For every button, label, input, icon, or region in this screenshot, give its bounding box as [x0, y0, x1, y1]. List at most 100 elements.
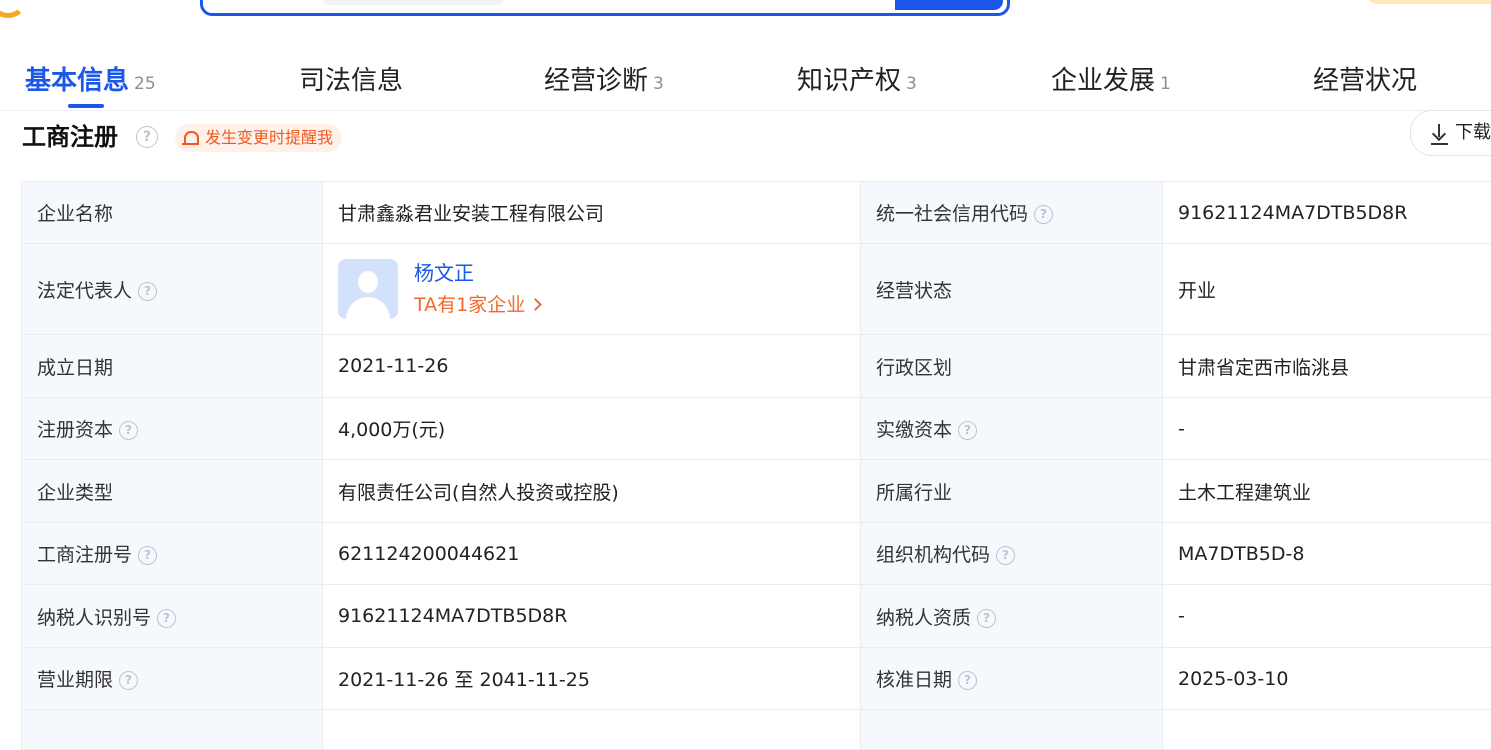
value-text: 2021-11-26 — [338, 355, 448, 377]
question-circle-icon[interactable]: ? — [958, 421, 977, 440]
person-avatar-icon[interactable] — [338, 259, 398, 319]
label-admin-division: 行政区划 — [861, 335, 1163, 398]
download-icon — [1431, 123, 1447, 143]
label-approval-date: 核准日期? — [861, 648, 1163, 710]
top-header — [0, 0, 1491, 34]
tab-count: 1 — [1160, 74, 1171, 94]
label-text: 企业名称 — [37, 203, 113, 225]
value-registered-capital: 4,000万(元) — [323, 398, 861, 460]
tab-label: 知识产权 — [797, 66, 901, 96]
value-org-code[interactable]: MA7DTB5D-8 — [1163, 523, 1491, 585]
tab-enterprise-development[interactable]: 企业发展1 — [1051, 64, 1171, 98]
label-industry: 所属行业 — [861, 460, 1163, 523]
search-button[interactable] — [895, 0, 1003, 10]
label-taxpayer-id: 纳税人识别号? — [22, 585, 323, 648]
value-text: 2025-03-10 — [1178, 668, 1288, 690]
related-companies-link[interactable]: TA有1家企业 — [414, 292, 540, 318]
search-box[interactable] — [200, 0, 1010, 16]
question-circle-icon[interactable]: ? — [136, 126, 158, 148]
label-text: 纳税人识别号 — [37, 607, 151, 629]
value-text: 有限责任公司(自然人投资或控股) — [338, 482, 619, 504]
value-admin-division: 甘肃省定西市临洮县 — [1163, 335, 1491, 398]
change-reminder-button[interactable]: 发生变更时提醒我 — [175, 124, 342, 152]
question-circle-icon[interactable]: ? — [996, 546, 1015, 565]
label-business-term: 营业期限? — [22, 648, 323, 710]
label-taxpayer-qualification: 纳税人资质? — [861, 585, 1163, 648]
logo-icon[interactable] — [0, 0, 26, 18]
value-credit-code[interactable]: 91621124MA7DTB5D8R — [1163, 182, 1491, 244]
question-circle-icon[interactable]: ? — [977, 609, 996, 628]
value-company-name[interactable]: 甘肃鑫淼君业安装工程有限公司 — [323, 182, 861, 244]
tab-label: 企业发展 — [1051, 66, 1155, 96]
tab-operating-status[interactable]: 经营状况 — [1313, 64, 1417, 98]
value-text: 4,000万(元) — [338, 419, 445, 441]
tab-label: 经营状况 — [1313, 66, 1417, 96]
label-text: 经营状态 — [876, 280, 952, 302]
value-text: 甘肃省定西市临洮县 — [1178, 357, 1349, 379]
tab-basic-info[interactable]: 基本信息25 — [25, 64, 156, 98]
value-registration-number[interactable]: 621124200044621 — [323, 523, 861, 585]
table-row: 营业期限? 2021-11-26 至 2041-11-25 核准日期? 2025… — [22, 648, 1491, 710]
value-text: - — [1178, 418, 1185, 440]
table-row: 注册资本? 4,000万(元) 实缴资本? - — [22, 398, 1491, 460]
value-approval-date: 2025-03-10 — [1163, 648, 1491, 710]
download-button[interactable]: 下载 — [1410, 110, 1491, 156]
value-text: 91621124MA7DTB5D8R — [338, 605, 567, 627]
value-text: - — [1178, 605, 1185, 627]
label-company-type: 企业类型 — [22, 460, 323, 523]
label-establish-date: 成立日期 — [22, 335, 323, 398]
table-row: 法定代表人? 杨文正 TA有1家企业 经营状态 开业 — [22, 244, 1491, 335]
question-circle-icon[interactable]: ? — [1034, 205, 1053, 224]
question-circle-icon[interactable]: ? — [138, 282, 157, 301]
tab-label: 基本信息 — [25, 66, 129, 96]
question-circle-icon[interactable]: ? — [138, 546, 157, 565]
tab-count: 3 — [906, 74, 917, 94]
label-text: 企业类型 — [37, 482, 113, 504]
section-title: 工商注册 — [22, 120, 118, 154]
label-paid-capital: 实缴资本? — [861, 398, 1163, 460]
tab-label: 司法信息 — [299, 66, 403, 96]
question-circle-icon[interactable]: ? — [119, 421, 138, 440]
label-text: 实缴资本 — [876, 419, 952, 441]
value-industry: 土木工程建筑业 — [1163, 460, 1491, 523]
label-text: 核准日期 — [876, 669, 952, 691]
vip-badge[interactable] — [1364, 0, 1491, 4]
question-circle-icon[interactable]: ? — [958, 671, 977, 690]
search-input[interactable] — [323, 0, 503, 5]
business-registration-table: 企业名称 甘肃鑫淼君业安装工程有限公司 统一社会信用代码? 91621124MA… — [21, 181, 1491, 750]
value-taxpayer-id[interactable]: 91621124MA7DTB5D8R — [323, 585, 861, 648]
table-row: 企业类型 有限责任公司(自然人投资或控股) 所属行业 土木工程建筑业 — [22, 460, 1491, 523]
label-legal-rep: 法定代表人? — [22, 244, 323, 335]
question-circle-icon[interactable]: ? — [119, 671, 138, 690]
legal-rep-card: 杨文正 TA有1家企业 — [338, 244, 845, 334]
label-business-status: 经营状态 — [861, 244, 1163, 335]
tab-bar: 基本信息25 司法信息 经营诊断3 知识产权3 企业发展1 经营状况 — [0, 34, 1491, 111]
label-text: 统一社会信用代码 — [876, 203, 1028, 225]
value-business-status: 开业 — [1163, 244, 1491, 335]
value-text: 621124200044621 — [338, 543, 519, 565]
label-org-code: 组织机构代码? — [861, 523, 1163, 585]
change-reminder-label: 发生变更时提醒我 — [205, 128, 333, 147]
value-text: 2021-11-26 至 2041-11-25 — [338, 669, 590, 691]
active-tab-indicator — [68, 104, 104, 108]
legal-rep-name-link[interactable]: 杨文正 — [414, 260, 474, 286]
value-text: MA7DTB5D-8 — [1178, 543, 1304, 565]
tab-intellectual-property[interactable]: 知识产权3 — [797, 64, 917, 98]
label-registration-number: 工商注册号? — [22, 523, 323, 585]
label-text: 营业期限 — [37, 669, 113, 691]
chevron-right-icon — [529, 298, 542, 311]
value-establish-date: 2021-11-26 — [323, 335, 861, 398]
label-text: 法定代表人 — [37, 280, 132, 302]
value-company-type: 有限责任公司(自然人投资或控股) — [323, 460, 861, 523]
bell-icon — [184, 131, 199, 144]
value-business-term: 2021-11-26 至 2041-11-25 — [323, 648, 861, 710]
table-row: 纳税人识别号? 91621124MA7DTB5D8R 纳税人资质? - — [22, 585, 1491, 648]
label-text: 组织机构代码 — [876, 544, 990, 566]
label-text: 成立日期 — [37, 357, 113, 379]
tab-judicial-info[interactable]: 司法信息 — [299, 64, 403, 98]
question-circle-icon[interactable]: ? — [157, 609, 176, 628]
tab-business-diagnosis[interactable]: 经营诊断3 — [544, 64, 664, 98]
value-paid-capital: - — [1163, 398, 1491, 460]
value-legal-rep: 杨文正 TA有1家企业 — [323, 244, 861, 335]
label-registered-capital: 注册资本? — [22, 398, 323, 460]
